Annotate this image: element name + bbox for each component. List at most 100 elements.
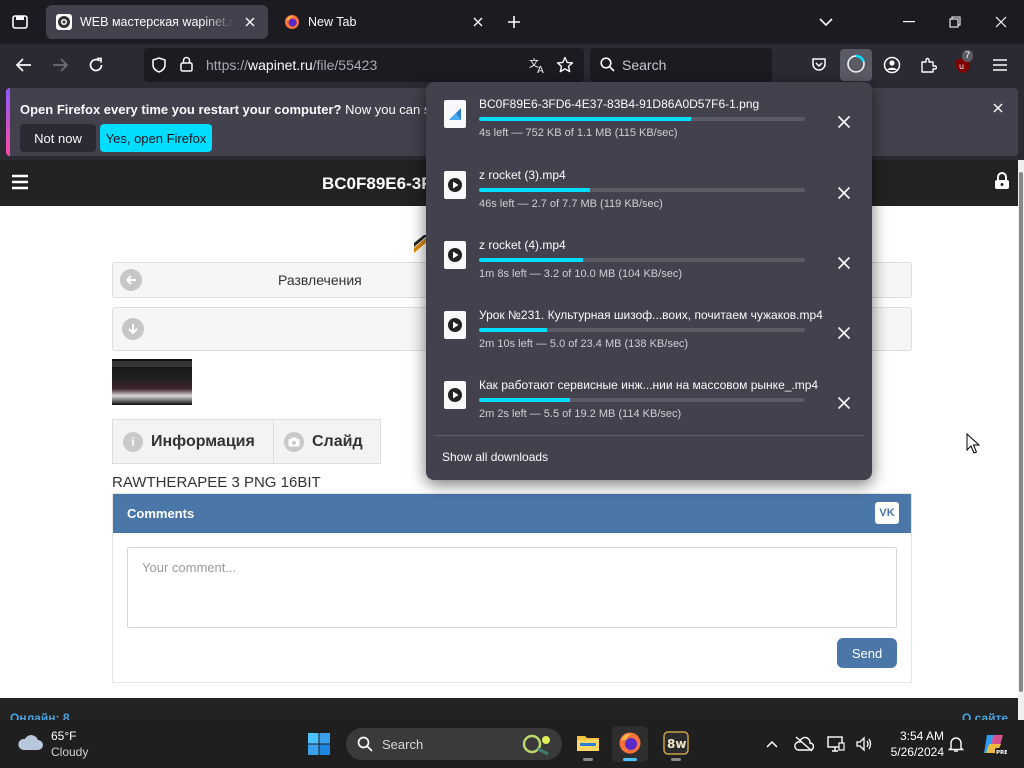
about-site-link[interactable]: О сайте: [962, 711, 1008, 720]
close-tab-icon[interactable]: [242, 14, 258, 30]
back-arrow-icon[interactable]: [9, 51, 39, 79]
notification-bell-icon[interactable]: [944, 732, 968, 756]
info-tab-button[interactable]: i Информация: [112, 419, 274, 464]
taskbar-firefox[interactable]: [612, 726, 648, 762]
firefox-view-icon[interactable]: [8, 10, 32, 34]
svg-text:PRE: PRE: [996, 750, 1007, 756]
show-hidden-icons-chevron-up-icon[interactable]: [760, 732, 784, 756]
address-bar[interactable]: https://wapinet.ru/file/55423 文A: [144, 48, 584, 82]
running-indicator: [583, 758, 593, 761]
list-all-tabs-chevron-down-icon[interactable]: [814, 10, 838, 34]
tab-wapinet[interactable]: WEB мастерская wapinet.ru - BC0F89E6-3FD…: [46, 5, 268, 39]
clock-time: 3:54 AM: [899, 729, 944, 743]
account-icon[interactable]: [877, 51, 907, 79]
slide-tab-label: Слайд: [312, 432, 363, 450]
url-text: https://wapinet.ru/file/55423: [206, 57, 378, 73]
cloud-weather-icon: [16, 732, 44, 755]
comments-title: Comments: [127, 506, 195, 521]
comment-input[interactable]: [127, 547, 897, 628]
comments-header: Comments VK: [113, 494, 911, 533]
video-file-icon: [444, 241, 466, 269]
cancel-download-icon[interactable]: [832, 391, 856, 415]
taskbar-file-explorer[interactable]: [570, 726, 606, 762]
minimize-window-icon[interactable]: [886, 0, 932, 44]
cancel-download-icon[interactable]: [832, 251, 856, 275]
cancel-download-icon[interactable]: [832, 181, 856, 205]
download-filename: Как работают сервисные инж...нии на масс…: [479, 378, 819, 392]
show-all-downloads-link[interactable]: Show all downloads: [442, 450, 548, 464]
download-progress-bar: [479, 328, 805, 332]
online-count-link[interactable]: Онлайн: 8: [10, 711, 70, 720]
site-menu-hamburger-icon[interactable]: [10, 173, 30, 194]
download-status: 46s left — 2.7 of 7.7 MB (119 KB/sec): [479, 198, 663, 210]
navigation-toolbar: https://wapinet.ru/file/55423 文A Search …: [0, 44, 1024, 86]
svg-text:8w: 8w: [667, 737, 686, 751]
tracking-protection-shield-icon[interactable]: [152, 57, 166, 76]
download-arrow-icon[interactable]: [122, 318, 144, 340]
tab-title: WEB мастерская wapinet.ru - BC0F89E6-3FD…: [80, 15, 234, 29]
download-item[interactable]: BC0F89E6-3FD6-4E37-83B4-91D86A0D57F6-1.p…: [426, 82, 872, 150]
site-lock-icon[interactable]: [994, 172, 1010, 193]
download-progress-bar: [479, 258, 805, 262]
search-bar[interactable]: Search: [590, 48, 772, 82]
close-tab-icon[interactable]: [470, 14, 486, 30]
video-file-icon: [444, 171, 466, 199]
system-clock[interactable]: 3:54 AM 5/26/2024: [882, 728, 944, 760]
tab-new-tab[interactable]: New Tab: [274, 5, 496, 39]
bookmark-star-icon[interactable]: [556, 56, 574, 77]
page-scrollbar[interactable]: [1018, 160, 1024, 720]
onedrive-offline-icon[interactable]: [792, 732, 816, 756]
not-now-button[interactable]: Not now: [20, 124, 96, 152]
firefox-icon: [618, 731, 642, 758]
cancel-download-icon[interactable]: [832, 110, 856, 134]
windows-start-icon[interactable]: [307, 732, 331, 756]
close-window-icon[interactable]: [978, 0, 1024, 44]
comments-widget: Comments VK Send: [112, 493, 912, 683]
padlock-icon[interactable]: [180, 56, 193, 75]
app-menu-hamburger-icon[interactable]: [985, 51, 1015, 79]
yes-open-firefox-button[interactable]: Yes, open Firefox: [100, 124, 212, 152]
weather-widget[interactable]: 65°F Cloudy: [16, 728, 136, 760]
running-indicator: [671, 758, 681, 761]
video-file-icon: [444, 381, 466, 409]
speaker-volume-icon[interactable]: [852, 732, 876, 756]
file-preview-thumbnail[interactable]: [112, 359, 192, 405]
send-button[interactable]: Send: [837, 638, 897, 668]
taskbar-search-box[interactable]: Search: [346, 728, 562, 760]
download-filename: z rocket (3).mp4: [479, 168, 566, 182]
tab-title: New Tab: [308, 15, 357, 29]
back-arrow-icon[interactable]: [120, 269, 142, 291]
info-tab-label: Информация: [151, 432, 255, 450]
copilot-icon[interactable]: PRE: [980, 732, 1008, 756]
download-item[interactable]: z rocket (4).mp4 1m 8s left — 3.2 of 10.0…: [426, 223, 872, 291]
download-item[interactable]: Урок №231. Культурная шизоф...воих, почи…: [426, 293, 872, 361]
taskbar-app-8w[interactable]: 8w: [658, 726, 694, 762]
category-label[interactable]: Развлечения: [278, 272, 362, 288]
download-progress-fill: [479, 117, 691, 121]
weather-temperature: 65°F: [51, 729, 77, 743]
translate-icon[interactable]: 文A: [528, 56, 546, 77]
mouse-cursor-icon: [966, 432, 981, 458]
forward-arrow-icon[interactable]: [45, 51, 75, 79]
new-tab-plus-icon[interactable]: [502, 10, 526, 34]
camera-icon: [284, 431, 304, 452]
download-item[interactable]: z rocket (3).mp4 46s left — 2.7 of 7.7 MB…: [426, 153, 872, 221]
reload-icon[interactable]: [81, 51, 111, 79]
pocket-icon[interactable]: [804, 51, 834, 79]
notification-accent: [6, 88, 10, 156]
scrollbar-thumb[interactable]: [1019, 172, 1023, 692]
slide-tab-button[interactable]: Слайд: [273, 419, 381, 464]
close-notification-icon[interactable]: [988, 98, 1008, 118]
search-placeholder: Search: [622, 57, 667, 73]
vk-logo-icon[interactable]: VK: [875, 502, 899, 524]
downloads-separator: [434, 435, 864, 436]
download-progress-fill: [479, 188, 590, 192]
download-progress-fill: [479, 258, 584, 262]
download-item[interactable]: Как работают сервисные инж...нии на масс…: [426, 363, 872, 431]
downloads-progress-icon: [846, 54, 866, 77]
restore-window-icon[interactable]: [932, 0, 978, 44]
downloads-button[interactable]: [840, 49, 872, 81]
cancel-download-icon[interactable]: [832, 321, 856, 345]
extensions-puzzle-icon[interactable]: [913, 51, 943, 79]
display-monitor-icon[interactable]: [824, 732, 848, 756]
